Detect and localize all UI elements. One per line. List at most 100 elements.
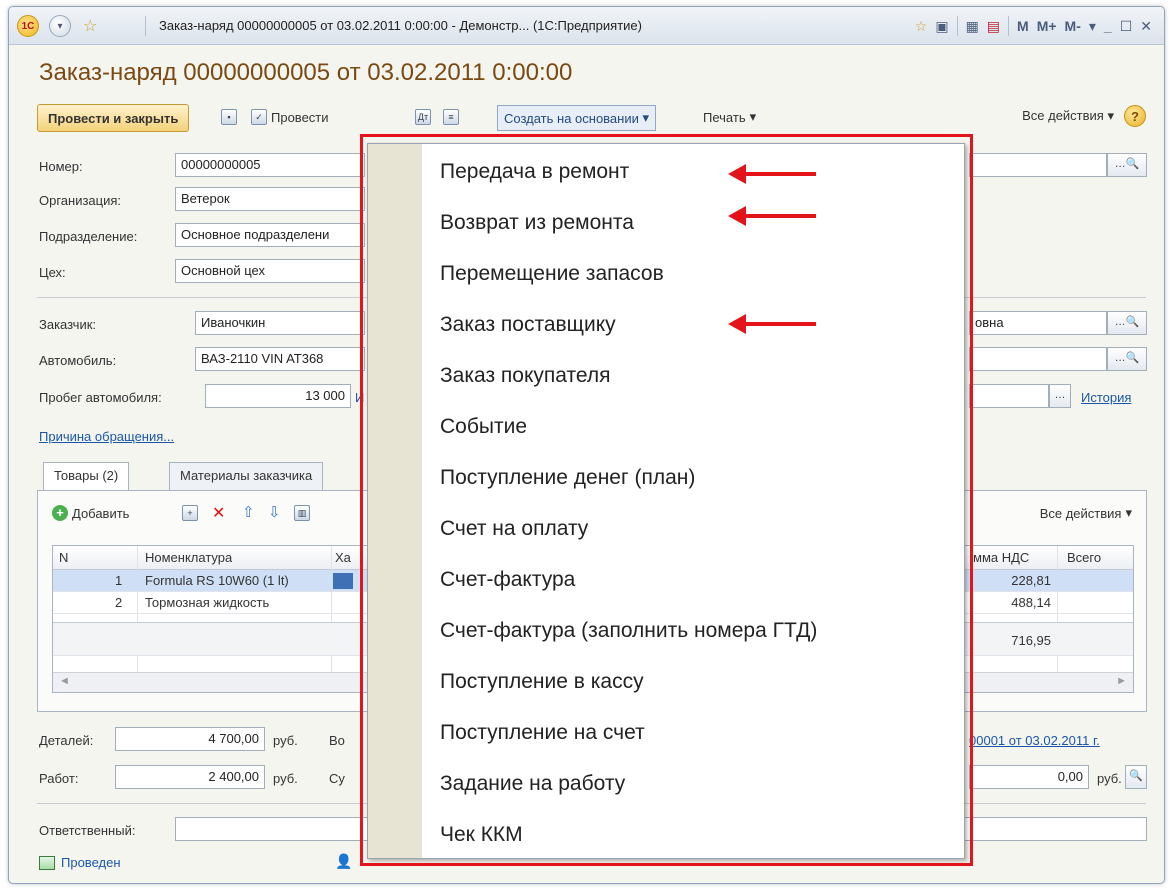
mileage-suffix-link[interactable]: И xyxy=(355,390,364,405)
selected-cell[interactable] xyxy=(333,573,353,589)
column-header-n[interactable]: N xyxy=(59,546,68,565)
help-icon[interactable]: ? xyxy=(1124,105,1146,127)
print-dropdown[interactable]: Печать ▾ xyxy=(703,109,756,125)
work-label: Работ: xyxy=(39,771,79,786)
move-down-button[interactable]: ⇩ xyxy=(268,503,281,521)
select-search-button[interactable]: …🔍 xyxy=(1107,153,1147,177)
bookmark-icon[interactable]: ▣ xyxy=(935,18,948,35)
select-search-button[interactable]: …🔍 xyxy=(1107,347,1147,371)
work-extra-label: Су xyxy=(329,771,345,786)
column-header-char[interactable]: Ха xyxy=(335,546,351,565)
logo-text: 1С xyxy=(21,20,35,32)
menu-item-event[interactable]: Событие xyxy=(422,403,964,451)
menu-item-supplier-order[interactable]: Заказ поставщику xyxy=(422,301,964,349)
report-button[interactable]: ≡ xyxy=(443,109,459,125)
command-bar: Провести и закрыть ▪ ✓ Провести Дт ≡ Созд… xyxy=(37,101,1146,135)
mem-plus-button[interactable]: M+ xyxy=(1037,18,1057,34)
minimize-icon[interactable]: _ xyxy=(1104,18,1112,34)
workshop-field[interactable]: Основной цех xyxy=(175,259,365,283)
reason-link[interactable]: Причина обращения... xyxy=(39,429,174,444)
movements-button[interactable]: Дт xyxy=(415,109,431,125)
maximize-icon[interactable]: ☐ xyxy=(1120,18,1133,35)
menu-item-stock-transfer[interactable]: Перемещение запасов xyxy=(422,250,964,298)
chevron-down-icon[interactable]: ▾ xyxy=(49,15,71,37)
post-label: Провести xyxy=(271,109,329,125)
delete-row-button[interactable]: ✕ xyxy=(212,503,225,523)
row-number: 1 xyxy=(115,573,123,588)
status-text[interactable]: Проведен xyxy=(61,855,121,870)
menu-item-bank-in[interactable]: Поступление на счет xyxy=(422,709,964,757)
post-button[interactable]: ✓ Провести xyxy=(251,109,329,125)
plus-icon: + xyxy=(52,505,68,521)
app-logo-icon[interactable]: 1С xyxy=(17,15,39,37)
favorites-star-icon[interactable]: ☆ xyxy=(83,16,97,36)
tab-customer-materials[interactable]: Материалы заказчика xyxy=(169,462,324,490)
menu-item-transfer-to-repair[interactable]: Передача в ремонт xyxy=(422,148,964,196)
post-and-close-button[interactable]: Провести и закрыть xyxy=(37,104,190,132)
move-up-button[interactable]: ⇧ xyxy=(242,503,255,521)
select-search-button[interactable]: …🔍 xyxy=(1107,311,1147,335)
barcode-button[interactable]: ▥ xyxy=(294,505,310,521)
create-based-label: Создать на основании xyxy=(504,110,639,126)
column-divider xyxy=(331,546,332,692)
tab-goods[interactable]: Товары (2) xyxy=(43,462,130,492)
contact-field[interactable]: овна xyxy=(969,311,1107,335)
number-field[interactable]: 00000000005 xyxy=(175,153,365,177)
menu-item-cash-receipt-plan[interactable]: Поступление денег (план) xyxy=(422,454,964,502)
work-total-field[interactable]: 2 400,00 xyxy=(115,765,265,789)
mem-minus-button[interactable]: M- xyxy=(1065,18,1081,34)
close-icon[interactable]: ✕ xyxy=(1140,18,1152,35)
history-link[interactable]: История xyxy=(1081,390,1131,405)
separator xyxy=(956,16,958,36)
star-icon[interactable]: ☆ xyxy=(915,18,928,35)
calculator-icon[interactable]: ▦ xyxy=(966,18,979,35)
menu-item-cash-register-receipt[interactable]: Чек ККМ xyxy=(422,811,964,859)
mileage-field[interactable]: 13 000 xyxy=(205,384,351,408)
parts-label: Деталей: xyxy=(39,733,94,748)
menu-item-invoice[interactable]: Счет на оплату xyxy=(422,505,964,553)
parts-currency: руб. xyxy=(273,733,298,748)
create-based-on-dropdown[interactable]: Создать на основании ▾ xyxy=(497,105,657,131)
menu-item-vat-invoice-gtd[interactable]: Счет-фактура (заполнить номера ГТД) xyxy=(422,607,964,655)
column-header-vat[interactable]: мма НДС xyxy=(973,546,1029,565)
separator xyxy=(145,16,146,36)
mileage-extra-field[interactable] xyxy=(969,384,1049,408)
menu-item-work-task[interactable]: Задание на работу xyxy=(422,760,964,808)
copy-row-button[interactable]: + xyxy=(182,505,198,521)
total-vat: 716,95 xyxy=(1011,633,1051,648)
column-header-total[interactable]: Всего xyxy=(1067,546,1101,565)
add-row-button[interactable]: + Добавить xyxy=(52,505,129,521)
date-field[interactable] xyxy=(969,153,1107,177)
calendar-icon[interactable]: ▤ xyxy=(987,18,1000,35)
department-field[interactable]: Основное подразделени xyxy=(175,223,365,247)
customer-field[interactable]: Иваночкин xyxy=(195,311,365,335)
mem-m-button[interactable]: M xyxy=(1017,18,1029,34)
menu-chevron-icon[interactable]: ▾ xyxy=(1089,18,1096,35)
car-field[interactable]: ВАЗ-2110 VIN AT368 xyxy=(195,347,365,371)
status-bar: Проведен xyxy=(39,855,121,870)
separator xyxy=(1008,16,1010,36)
menu-item-cash-in[interactable]: Поступление в кассу xyxy=(422,658,964,706)
document-icon: ≡ xyxy=(443,109,459,125)
parts-total-field[interactable]: 4 700,00 xyxy=(115,727,265,751)
grid-all-actions-dropdown[interactable]: Все действия ▾ xyxy=(1040,505,1132,521)
ellipsis-button[interactable]: … xyxy=(1049,384,1071,408)
document-link[interactable]: 00001 от 03.02.2011 г. xyxy=(969,733,1100,748)
organization-field[interactable]: Ветерок xyxy=(175,187,365,211)
save-button[interactable]: ▪ xyxy=(221,109,237,125)
menu-item-return-from-repair[interactable]: Возврат из ремонта xyxy=(422,199,964,247)
workshop-label: Цех: xyxy=(39,265,66,280)
column-header-item[interactable]: Номенклатура xyxy=(145,546,232,565)
row-vat: 228,81 xyxy=(1011,573,1051,588)
create-based-on-menu: Передача в ремонт Возврат из ремонта Пер… xyxy=(367,143,965,859)
right-total-field[interactable]: 0,00 xyxy=(969,765,1089,789)
car-extra-field[interactable] xyxy=(969,347,1107,371)
all-actions-dropdown[interactable]: Все действия ▾ xyxy=(1022,108,1114,124)
menu-item-vat-invoice[interactable]: Счет-фактура xyxy=(422,556,964,604)
scroll-left-icon[interactable]: ◄ xyxy=(59,675,70,687)
row-number: 2 xyxy=(115,595,123,610)
menu-item-customer-order[interactable]: Заказ покупателя xyxy=(422,352,964,400)
search-icon[interactable]: 🔍 xyxy=(1125,765,1147,789)
print-label: Печать xyxy=(703,109,746,125)
scroll-right-icon[interactable]: ► xyxy=(1116,675,1127,687)
